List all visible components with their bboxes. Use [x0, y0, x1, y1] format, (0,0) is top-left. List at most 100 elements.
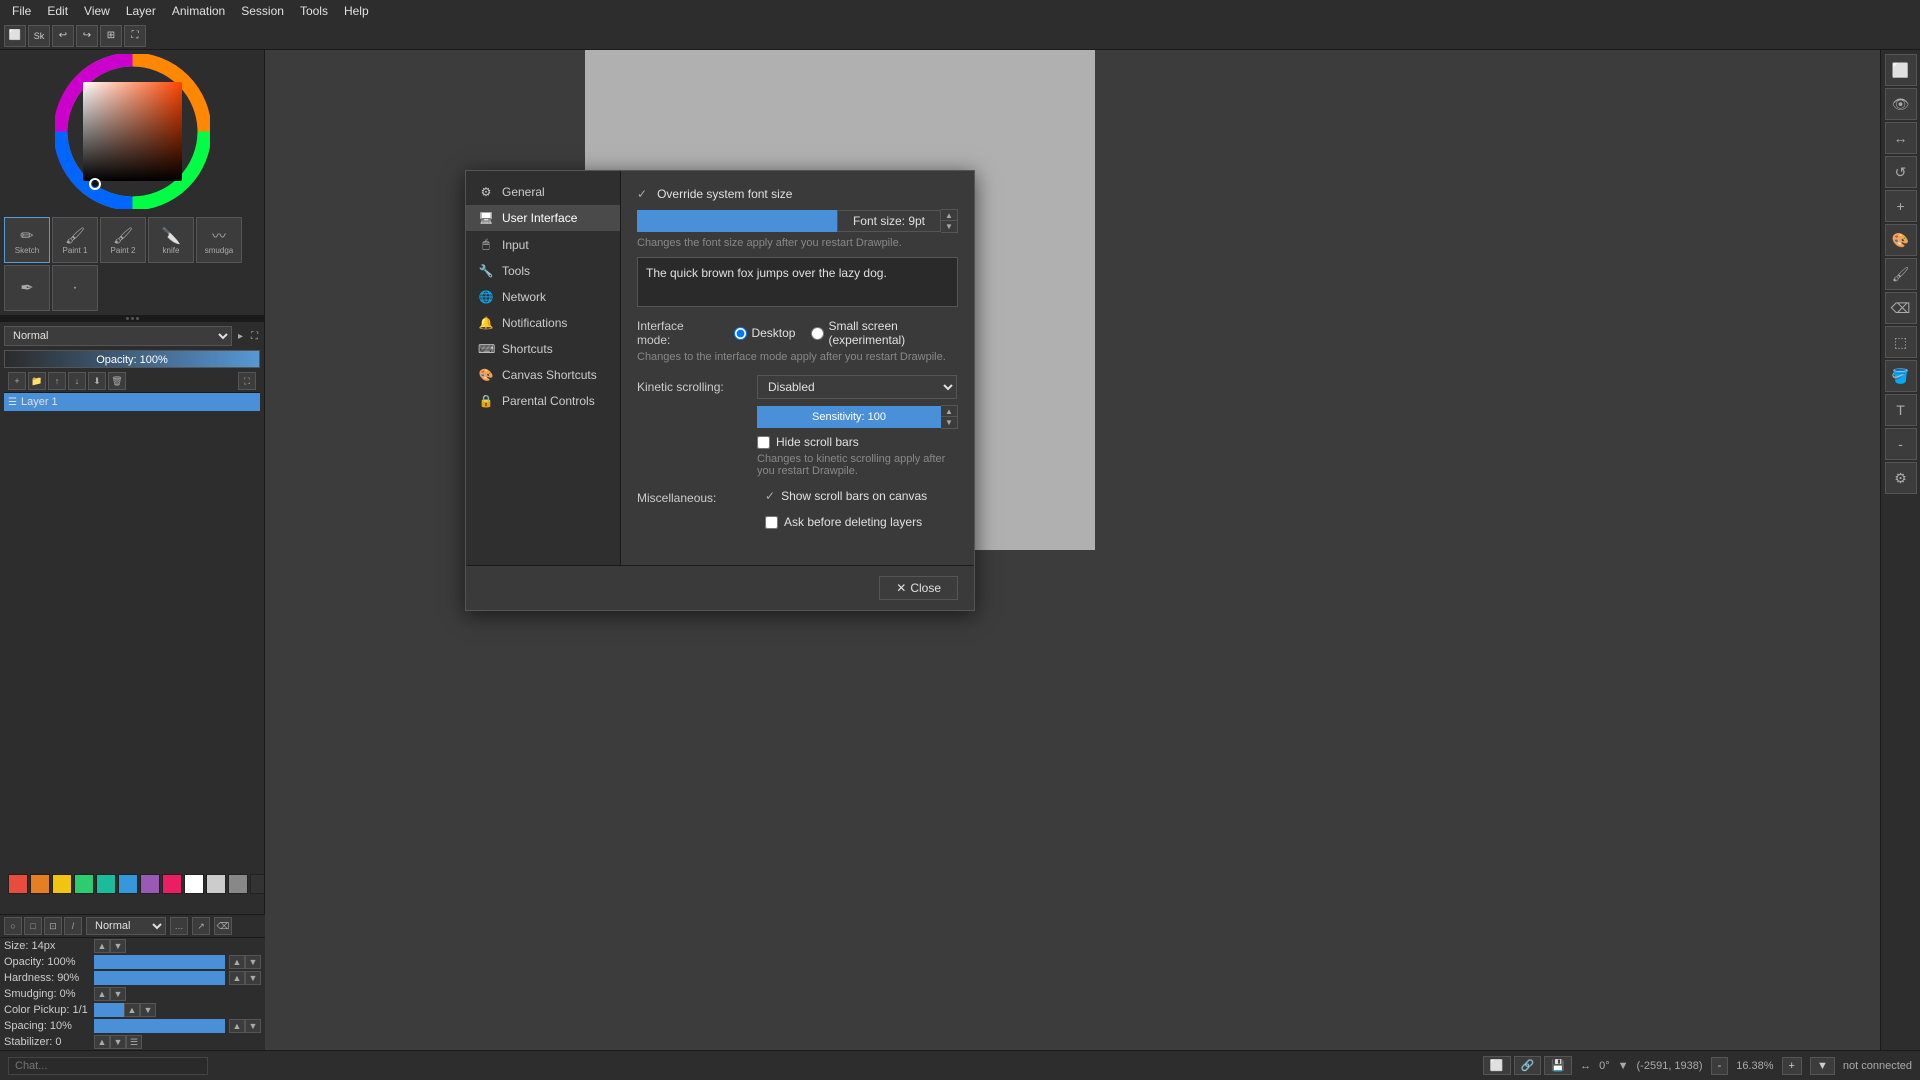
brush-type-pixel[interactable]: ⊡ — [44, 917, 62, 935]
color-pickup-down-btn[interactable]: ▼ — [140, 1003, 156, 1017]
smudging-up-btn[interactable]: ▲ — [94, 987, 110, 1001]
nav-shortcuts[interactable]: ⌨ Shortcuts — [466, 336, 620, 362]
layer-folder-btn[interactable]: 📁 — [28, 372, 46, 390]
layer-merge-btn[interactable]: ⬇ — [88, 372, 106, 390]
menu-layer[interactable]: Layer — [118, 2, 164, 20]
layer-up-btn[interactable]: ↑ — [48, 372, 66, 390]
sensitivity-down-btn[interactable]: ▼ — [941, 417, 957, 428]
color-wheel[interactable] — [55, 54, 210, 209]
stabilizer-settings-btn[interactable]: ☰ — [126, 1035, 142, 1049]
right-tool-flip[interactable]: ↔ — [1885, 122, 1917, 154]
stabilizer-up-btn[interactable]: ▲ — [94, 1035, 110, 1049]
menu-file[interactable]: File — [4, 2, 39, 20]
preset-paint1[interactable]: 🖌 Paint 1 — [52, 217, 98, 263]
toolbar-fullscreen[interactable]: ⛶ — [124, 25, 146, 47]
brush-type-line[interactable]: / — [64, 917, 82, 935]
size-up-btn[interactable]: ▲ — [94, 939, 110, 953]
right-tool-eraser[interactable]: ⌫ — [1885, 292, 1917, 324]
swatch-green[interactable] — [74, 874, 94, 894]
brush-erase-btn[interactable]: ⌫ — [214, 917, 232, 935]
preset-paint2[interactable]: 🖌 Paint 2 — [100, 217, 146, 263]
color-pickup-up-btn[interactable]: ▲ — [124, 1003, 140, 1017]
layer-add-btn[interactable]: + — [8, 372, 26, 390]
swatch-dark-gray[interactable] — [250, 874, 264, 894]
right-tool-preview[interactable]: 👁 — [1885, 88, 1917, 120]
radio-small-screen-input[interactable] — [811, 327, 824, 340]
ask-delete-checkbox[interactable] — [765, 516, 778, 529]
opacity-slider-brush[interactable] — [94, 955, 225, 969]
menu-animation[interactable]: Animation — [164, 2, 233, 20]
menu-view[interactable]: View — [76, 2, 118, 20]
layer-mode-select[interactable]: Normal — [4, 326, 232, 346]
preset-brush6[interactable]: ✒ — [4, 265, 50, 311]
opacity-down-btn[interactable]: ▼ — [245, 955, 261, 969]
menu-tools[interactable]: Tools — [292, 2, 336, 20]
status-arrow-btn[interactable]: ▼ — [1618, 1060, 1629, 1072]
nav-canvas-shortcuts[interactable]: 🎨 Canvas Shortcuts — [466, 362, 620, 388]
nav-general[interactable]: ⚙ General — [466, 179, 620, 205]
preset-knife[interactable]: 🔪 knife — [148, 217, 194, 263]
font-slider[interactable] — [637, 210, 837, 232]
zoom-out-btn[interactable]: - — [1711, 1057, 1729, 1075]
swatch-light-gray[interactable] — [206, 874, 226, 894]
swatch-teal[interactable] — [96, 874, 116, 894]
right-tool-color[interactable]: 🎨 — [1885, 224, 1917, 256]
toolbar-undo[interactable]: ↩ — [52, 25, 74, 47]
hardness-up-btn[interactable]: ▲ — [229, 971, 245, 985]
swatch-white[interactable] — [184, 874, 204, 894]
swatch-orange[interactable] — [30, 874, 50, 894]
swatch-red[interactable] — [8, 874, 28, 894]
right-tool-zoom-out[interactable]: - — [1885, 428, 1917, 460]
toolbar-sketch[interactable]: Sk — [28, 25, 50, 47]
radio-desktop-input[interactable] — [734, 327, 747, 340]
right-tool-zoom-in[interactable]: + — [1885, 190, 1917, 222]
layer-expand-all-btn[interactable]: ⛶ — [238, 372, 256, 390]
right-tool-settings[interactable]: ⚙ — [1885, 462, 1917, 494]
menu-help[interactable]: Help — [336, 2, 377, 20]
layer-collapse-btn[interactable]: ⛶ — [249, 331, 260, 342]
close-button[interactable]: ✕ Close — [879, 576, 958, 600]
current-color-swatch[interactable] — [94, 1003, 124, 1017]
swatch-blue[interactable] — [118, 874, 138, 894]
toolbar-grid[interactable]: ⊞ — [100, 25, 122, 47]
nav-input[interactable]: 🖱 Input — [466, 231, 620, 258]
spacing-up-btn[interactable]: ▲ — [229, 1019, 245, 1033]
right-tool-brush[interactable]: 🖌 — [1885, 258, 1917, 290]
brush-type-circle[interactable]: ○ — [4, 917, 22, 935]
sensitivity-bar[interactable]: Sensitivity: 100 — [757, 406, 941, 428]
toolbar-new[interactable]: ⬜ — [4, 25, 26, 47]
nav-user-interface[interactable]: 🖥 User Interface — [466, 205, 620, 231]
hardness-slider[interactable] — [94, 971, 225, 985]
font-size-up-btn[interactable]: ▲ — [941, 210, 957, 221]
status-icon3[interactable]: 💾 — [1544, 1056, 1572, 1075]
brush-blending-select[interactable]: Normal — [86, 917, 166, 935]
brush-type-square[interactable]: □ — [24, 917, 42, 935]
sensitivity-up-btn[interactable]: ▲ — [941, 406, 957, 417]
nav-parental-controls[interactable]: 🔒 Parental Controls — [466, 388, 620, 414]
font-size-down-btn[interactable]: ▼ — [941, 221, 957, 232]
brush-curve-btn[interactable]: ↗ — [192, 917, 210, 935]
status-icon2[interactable]: 🔗 — [1514, 1056, 1542, 1075]
preset-brush7[interactable]: · — [52, 265, 98, 311]
nav-tools[interactable]: 🔧 Tools — [466, 258, 620, 284]
hide-scroll-bars-checkbox[interactable] — [757, 436, 770, 449]
layer-delete-btn[interactable]: 🗑 — [108, 372, 126, 390]
opacity-slider[interactable]: Opacity: 100% — [4, 350, 260, 368]
brush-more-btn[interactable]: … — [170, 917, 188, 935]
kinetic-select[interactable]: Disabled Enabled — [757, 375, 957, 399]
opacity-up-btn[interactable]: ▲ — [229, 955, 245, 969]
menu-session[interactable]: Session — [233, 2, 292, 20]
size-down-btn[interactable]: ▼ — [110, 939, 126, 953]
swatch-yellow[interactable] — [52, 874, 72, 894]
swatch-purple[interactable] — [140, 874, 160, 894]
layer-down-btn[interactable]: ↓ — [68, 372, 86, 390]
spacing-down-btn[interactable]: ▼ — [245, 1019, 261, 1033]
hardness-down-btn[interactable]: ▼ — [245, 971, 261, 985]
right-tool-rotate[interactable]: ↺ — [1885, 156, 1917, 188]
nav-notifications[interactable]: 🔔 Notifications — [466, 310, 620, 336]
spacing-slider[interactable] — [94, 1019, 225, 1033]
zoom-in-btn[interactable]: + — [1782, 1057, 1802, 1075]
layer-item[interactable]: ☰ Show scroll bars on canvas Layer 1 — [4, 393, 260, 411]
stabilizer-down-btn[interactable]: ▼ — [110, 1035, 126, 1049]
smudging-down-btn[interactable]: ▼ — [110, 987, 126, 1001]
